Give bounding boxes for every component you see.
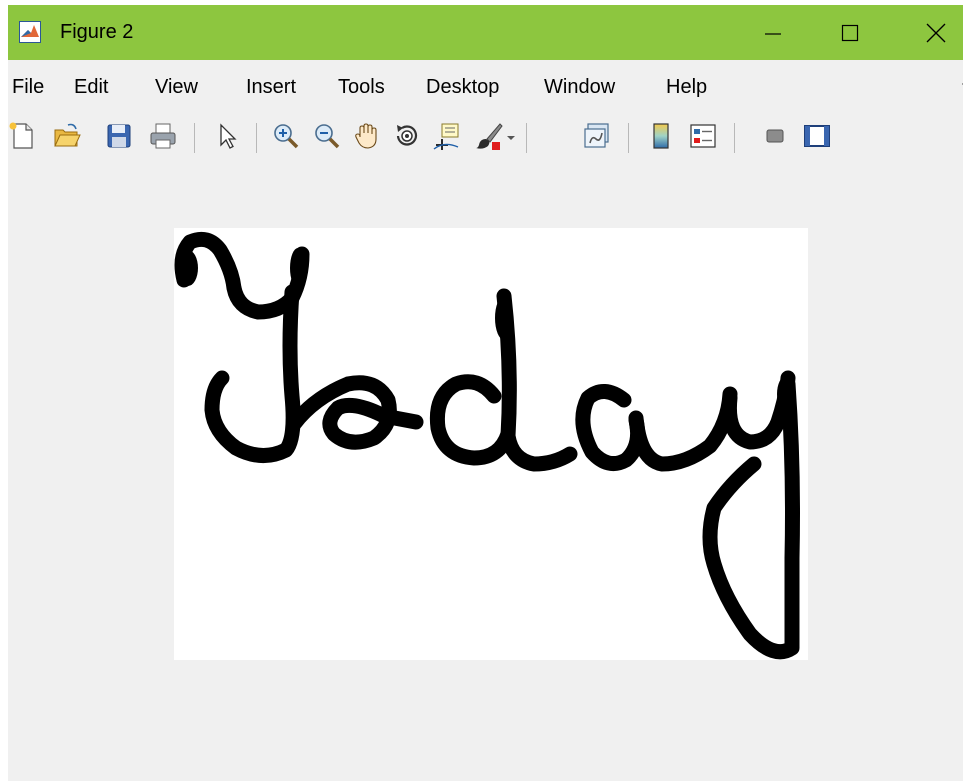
print-icon[interactable] (148, 121, 178, 151)
close-icon (926, 23, 946, 42)
link-plot-icon[interactable] (582, 121, 612, 151)
close-button[interactable] (906, 5, 963, 60)
save-icon[interactable] (104, 121, 134, 151)
menu-view[interactable]: View (155, 75, 198, 99)
colorbar-icon[interactable] (646, 121, 676, 151)
toolbar-separator (194, 123, 195, 153)
menu-bar: File Edit View Insert Tools Desktop Wind… (8, 67, 963, 109)
hide-plot-tools-icon[interactable] (760, 121, 790, 151)
minimize-icon (765, 32, 781, 35)
menu-edit[interactable]: Edit (74, 75, 108, 99)
arrow-pointer-icon[interactable] (212, 121, 242, 151)
legend-icon[interactable] (688, 121, 718, 151)
figure-axes[interactable] (174, 228, 808, 660)
menu-insert[interactable]: Insert (246, 75, 296, 99)
data-cursor-icon[interactable] (432, 121, 462, 151)
handwritten-word-image (174, 231, 800, 660)
matlab-icon (19, 21, 41, 43)
figure-window: Figure 2 File Edit View Insert Tools Des… (8, 5, 963, 781)
pan-hand-icon[interactable] (352, 121, 382, 151)
zoom-in-icon[interactable] (271, 121, 301, 151)
new-figure-icon[interactable] (8, 121, 38, 151)
maximize-button[interactable] (820, 5, 880, 60)
toolbar-separator (526, 123, 527, 153)
brush-icon[interactable] (474, 121, 504, 151)
zoom-out-icon[interactable] (312, 121, 342, 151)
toolbar-separator (734, 123, 735, 153)
minimize-button[interactable] (743, 5, 803, 60)
title-bar[interactable]: Figure 2 (8, 5, 963, 60)
toolbar-separator (256, 123, 257, 153)
show-plot-tools-icon[interactable] (802, 121, 832, 151)
dropdown-arrow-icon[interactable] (504, 121, 518, 151)
menu-window[interactable]: Window (544, 75, 615, 99)
rotate-3d-icon[interactable] (392, 121, 422, 151)
window-title: Figure 2 (60, 21, 134, 43)
menu-help[interactable]: Help (666, 75, 707, 99)
figure-toolbar (8, 115, 963, 163)
menu-desktop[interactable]: Desktop (426, 75, 499, 99)
menu-tools[interactable]: Tools (338, 75, 385, 99)
menu-file[interactable]: File (12, 75, 44, 99)
toolbar-separator (628, 123, 629, 153)
maximize-icon (841, 24, 859, 41)
open-file-icon[interactable] (52, 121, 82, 151)
